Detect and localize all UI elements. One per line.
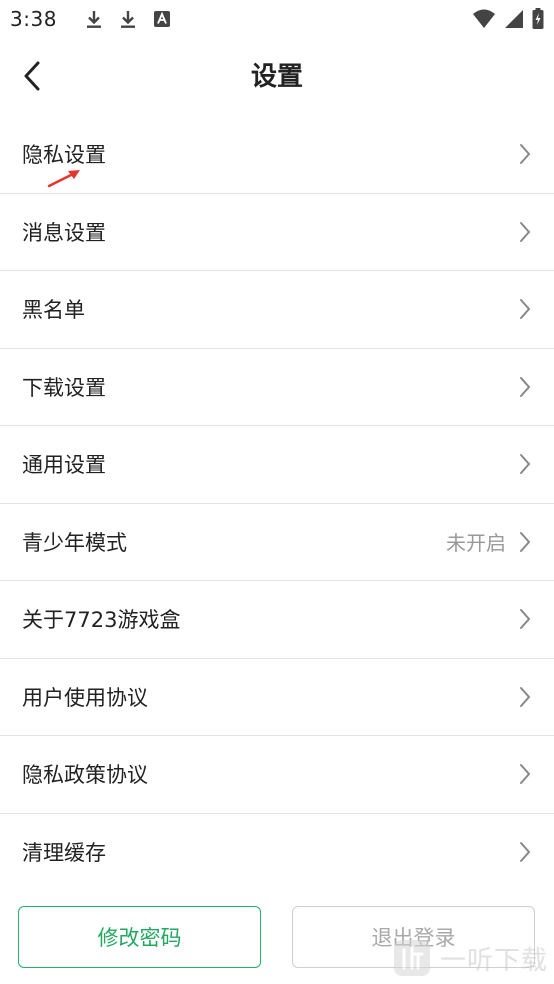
settings-item-label: 用户使用协议: [22, 685, 148, 710]
nav-bar: 设置: [0, 38, 554, 116]
chevron-right-icon: [520, 531, 531, 552]
settings-item-label: 清理缓存: [22, 841, 106, 866]
wifi-icon: [473, 9, 495, 28]
watermark-logo-icon: [394, 940, 430, 976]
chevron-right-icon: [520, 686, 531, 707]
chevron-right-icon: [520, 144, 531, 165]
chevron-right-icon: [520, 609, 531, 630]
chevron-right-icon: [520, 221, 531, 242]
teen-mode-status: 未开启: [446, 531, 506, 556]
status-icons-left: [85, 9, 171, 29]
settings-item-label: 通用设置: [22, 453, 106, 478]
status-time: 3:38: [10, 7, 57, 31]
watermark: 一听下载: [392, 938, 548, 978]
item-right: [518, 763, 532, 785]
signal-icon: [505, 9, 523, 28]
chevron-right-icon: [520, 764, 531, 785]
settings-item-label: 下载设置: [22, 375, 106, 400]
settings-item-message[interactable]: 消息设置: [0, 194, 554, 271]
item-right: [518, 841, 532, 863]
item-right: [518, 453, 532, 475]
status-icons-right: [472, 8, 544, 29]
chevron-right-icon: [520, 842, 531, 863]
settings-item-label: 消息设置: [22, 220, 106, 245]
accessibility-a-icon: [153, 11, 170, 27]
settings-item-label: 隐私设置: [22, 143, 106, 168]
settings-item-label: 青少年模式: [22, 530, 127, 555]
chevron-right-icon: [520, 299, 531, 320]
chevron-left-icon: [24, 61, 40, 91]
item-right: [518, 221, 532, 243]
settings-item-label: 关于7723游戏盒: [22, 608, 181, 633]
item-right: [518, 298, 532, 320]
settings-item-clear-cache[interactable]: 清理缓存: [0, 814, 554, 892]
settings-item-about[interactable]: 关于7723游戏盒: [0, 581, 554, 659]
settings-item-download[interactable]: 下载设置: [0, 349, 554, 426]
item-right: 未开启: [446, 527, 532, 556]
chevron-right-icon: [520, 454, 531, 475]
settings-item-user-agreement[interactable]: 用户使用协议: [0, 659, 554, 736]
annotation-arrow-icon: [47, 170, 80, 188]
settings-list: 隐私设置 消息设置 黑名单 下载设置 通用设置 青少年模式 未开启 关于7723…: [0, 116, 554, 891]
settings-item-privacy-policy[interactable]: 隐私政策协议: [0, 736, 554, 814]
settings-item-teen-mode[interactable]: 青少年模式 未开启: [0, 504, 554, 581]
item-right: [518, 608, 532, 630]
chevron-right-icon: [520, 376, 531, 397]
download-icon: [120, 11, 135, 28]
settings-item-privacy[interactable]: 隐私设置: [0, 116, 554, 194]
page-title: 设置: [250, 62, 303, 92]
item-right: [518, 376, 532, 398]
battery-charging-icon: [532, 8, 544, 29]
change-password-button[interactable]: 修改密码: [18, 906, 261, 968]
settings-item-label: 黑名单: [22, 298, 85, 323]
download-icon: [86, 11, 101, 28]
settings-item-blacklist[interactable]: 黑名单: [0, 271, 554, 349]
back-button[interactable]: [14, 56, 50, 96]
settings-item-general[interactable]: 通用设置: [0, 426, 554, 504]
status-bar: 3:38: [0, 0, 554, 38]
item-right: [518, 686, 532, 708]
item-right: [518, 143, 532, 165]
settings-item-label: 隐私政策协议: [22, 763, 148, 788]
watermark-text: 一听下载: [440, 945, 549, 976]
